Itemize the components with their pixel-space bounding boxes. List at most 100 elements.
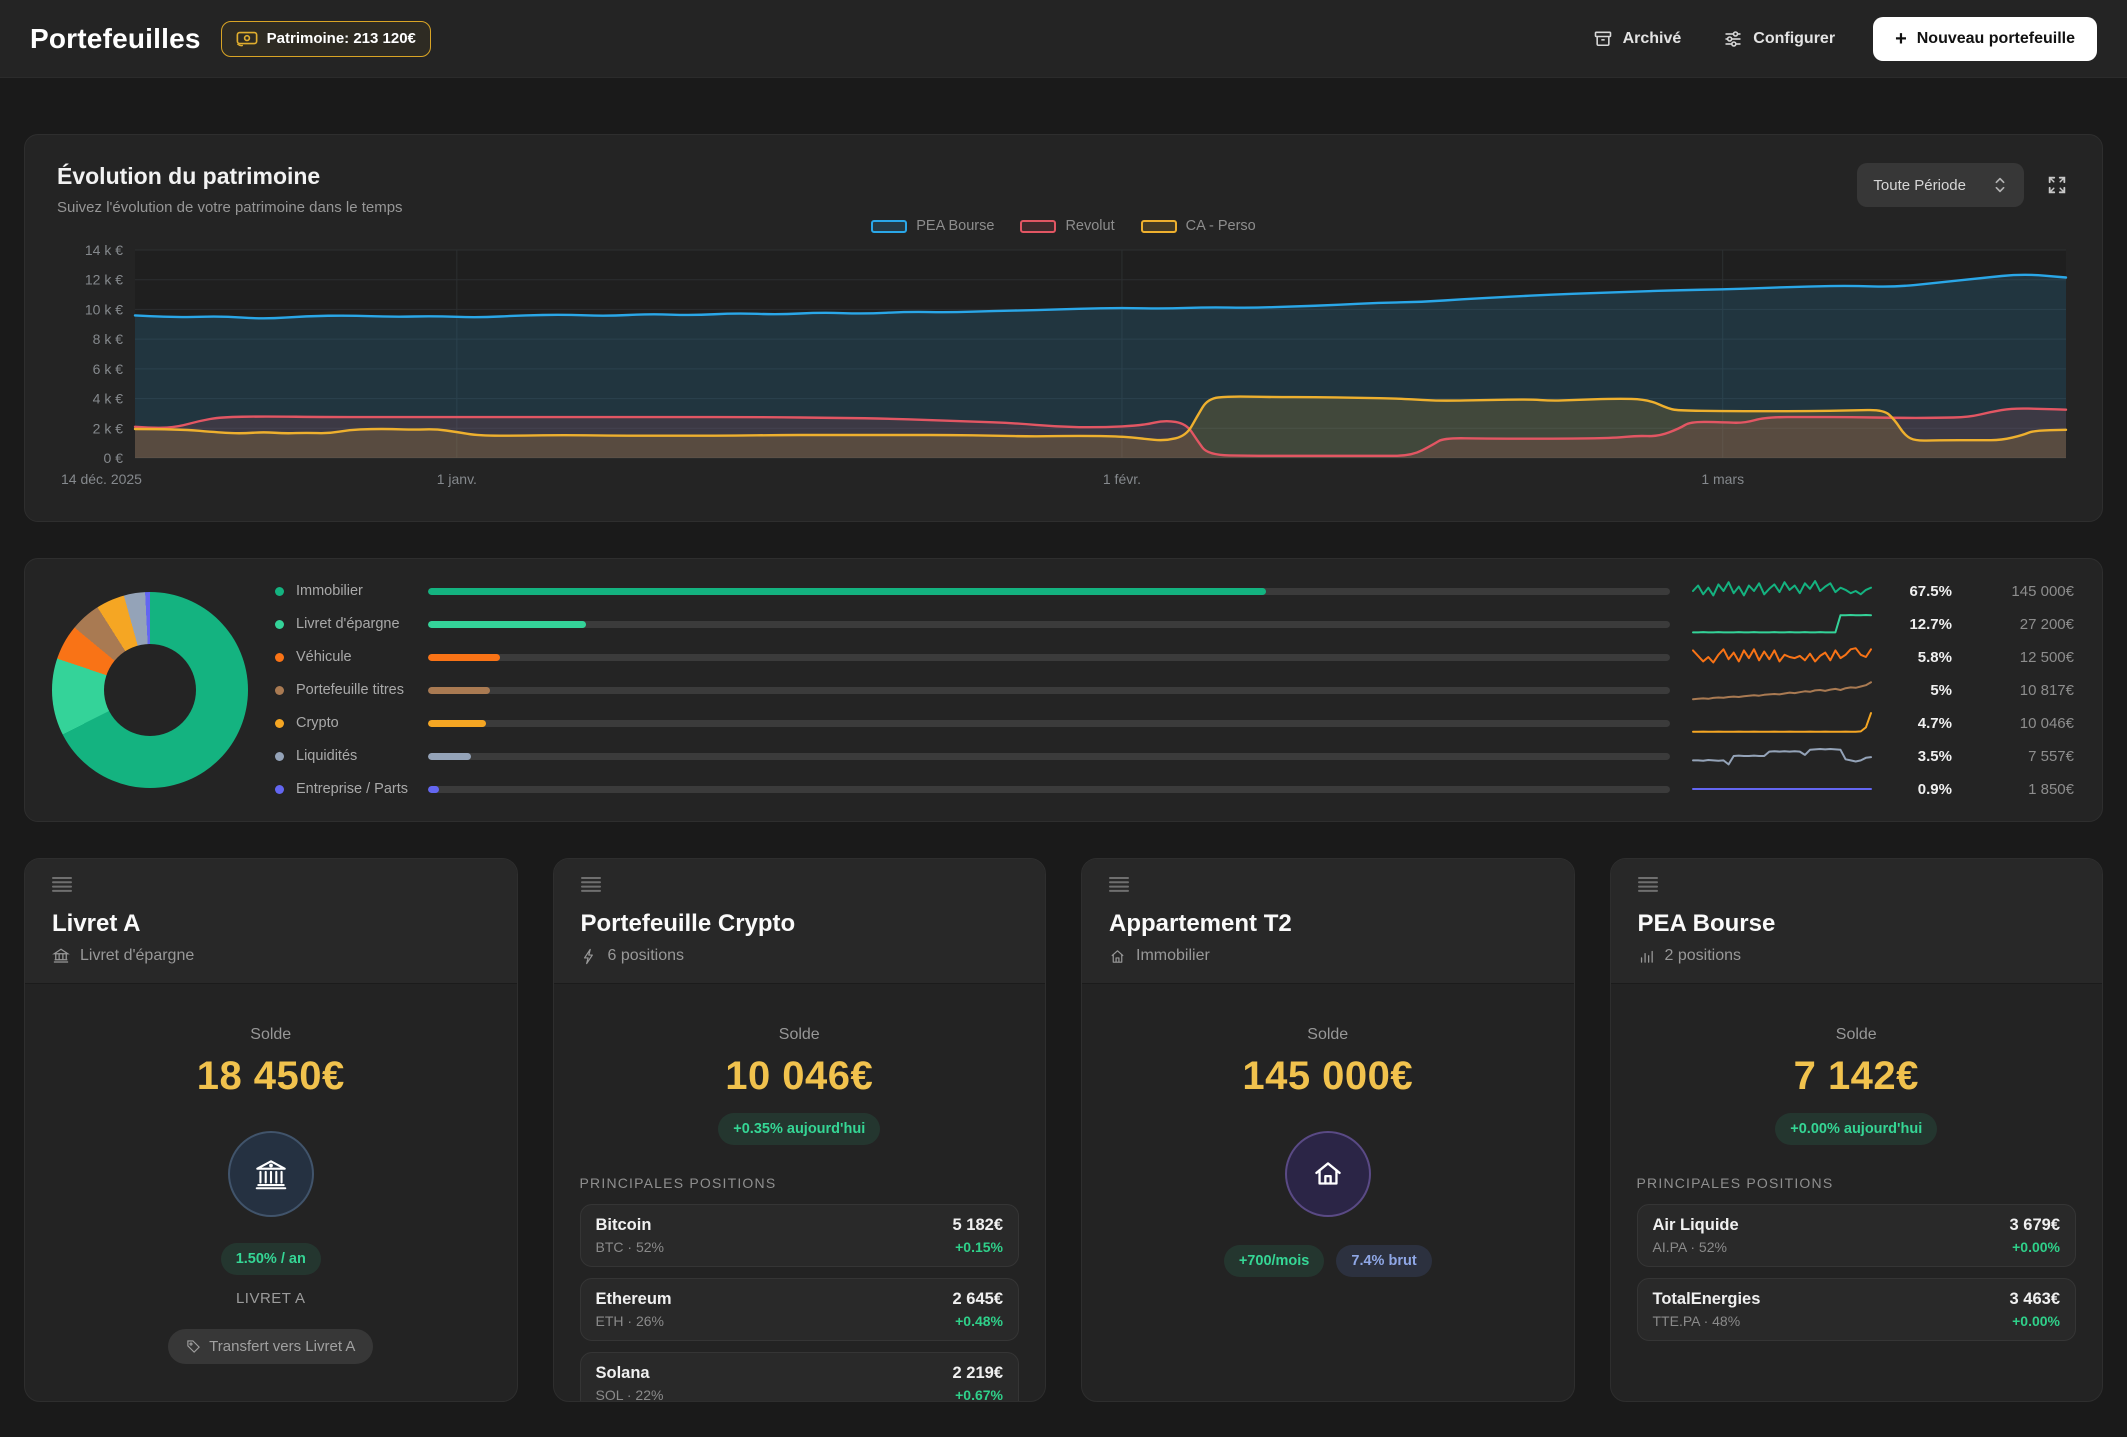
allocation-row-vehicule[interactable]: Véhicule 5.8% 12 500€ [275, 645, 2074, 669]
bar-chart-icon [1638, 948, 1655, 965]
chart-legend: PEA Bourse Revolut CA - Perso [57, 218, 2070, 234]
expand-chart-button[interactable] [2044, 172, 2070, 198]
allocation-row-liquidites[interactable]: Liquidités 3.5% 7 557€ [275, 744, 2074, 768]
category-percent: 0.9% [1880, 781, 1952, 798]
category-bar-track [428, 687, 1670, 694]
svg-text:8 k €: 8 k € [93, 331, 124, 347]
category-percent: 4.7% [1880, 715, 1952, 732]
category-value: 1 850€ [1962, 781, 2074, 798]
position-value: 3 463€ [2010, 1290, 2060, 1309]
position-meta: AI.PA · 52% [1653, 1239, 1739, 1255]
legend-swatch [1020, 220, 1056, 233]
card-title: PEA Bourse [1638, 910, 2076, 938]
category-bar-fill [428, 621, 586, 628]
position-name: Bitcoin [596, 1216, 664, 1235]
category-dot [275, 686, 284, 695]
sliders-icon [1723, 29, 1743, 49]
chevron-up-down-icon [1992, 175, 2008, 195]
drag-handle-icon[interactable] [1109, 877, 1129, 892]
drag-handle-icon[interactable] [52, 877, 72, 892]
legend-label: Revolut [1065, 218, 1114, 234]
legend-item-revolut[interactable]: Revolut [1020, 218, 1114, 234]
category-label: Portefeuille titres [296, 682, 428, 698]
evolution-chart-canvas[interactable]: 0 €2 k €4 k €6 k €8 k €10 k €12 k €14 k … [57, 238, 2072, 496]
allocation-row-entreprise-parts[interactable]: Entreprise / Parts 0.9% 1 850€ [275, 777, 2074, 801]
drag-handle-icon[interactable] [1638, 877, 1658, 892]
allocation-rows: Immobilier 67.5% 145 000€ Livret d'éparg… [275, 579, 2074, 801]
category-label: Crypto [296, 715, 428, 731]
daily-change-badge: +0.35% aujourd'hui [718, 1113, 880, 1145]
evolution-title: Évolution du patrimoine [57, 163, 403, 190]
transfer-button[interactable]: Transfert vers Livret A [168, 1329, 373, 1364]
legend-item-pea-bourse[interactable]: PEA Bourse [871, 218, 994, 234]
card-title: Appartement T2 [1109, 910, 1547, 938]
top-bar-actions: Archivé Configurer + Nouveau portefeuill… [1579, 17, 2097, 61]
category-bar-fill [428, 687, 490, 694]
svg-text:2 k €: 2 k € [93, 420, 124, 436]
position-row-ethereum[interactable]: EthereumETH · 26% 2 645€+0.48% [580, 1278, 1020, 1341]
category-value: 145 000€ [1962, 583, 2074, 600]
category-dot [275, 719, 284, 728]
category-dot [275, 752, 284, 761]
category-dot [275, 653, 284, 662]
category-dot [275, 620, 284, 629]
position-row-solana[interactable]: SolanaSOL · 22% 2 219€+0.67% [580, 1352, 1020, 1402]
position-name: Air Liquide [1653, 1216, 1739, 1235]
card-subtitle: 6 positions [608, 947, 685, 965]
portfolio-card-livret-a[interactable]: Livret A Livret d'épargne Solde 18 450€ … [24, 858, 518, 1402]
portfolio-card-appartement[interactable]: Appartement T2 Immobilier Solde 145 000€… [1081, 858, 1575, 1402]
portfolio-card-pea-bourse[interactable]: PEA Bourse 2 positions Solde 7 142€ +0.0… [1610, 858, 2104, 1402]
configure-button-label: Configurer [1753, 30, 1835, 48]
main-content: Évolution du patrimoine Suivez l'évoluti… [0, 78, 2127, 1402]
archive-icon [1593, 29, 1613, 49]
portfolio-card-crypto[interactable]: Portefeuille Crypto 6 positions Solde 10… [553, 858, 1047, 1402]
home-icon [1109, 948, 1126, 965]
drag-handle-icon[interactable] [581, 877, 601, 892]
allocation-row-crypto[interactable]: Crypto 4.7% 10 046€ [275, 711, 2074, 735]
configure-button[interactable]: Configurer [1709, 19, 1849, 59]
solde-value: 145 000€ [1108, 1054, 1548, 1099]
solde-label: Solde [580, 1026, 1020, 1044]
position-meta: TTE.PA · 48% [1653, 1313, 1761, 1329]
category-percent: 5% [1880, 682, 1952, 699]
positions-title: PRINCIPALES POSITIONS [580, 1175, 1020, 1191]
evolution-card: Évolution du patrimoine Suivez l'évoluti… [24, 134, 2103, 522]
legend-label: CA - Perso [1186, 218, 1256, 234]
allocation-row-portefeuille-titres[interactable]: Portefeuille titres 5% 10 817€ [275, 678, 2074, 702]
category-sparkline [1692, 578, 1872, 604]
evolution-header: Évolution du patrimoine Suivez l'évoluti… [57, 163, 2070, 216]
svg-text:1 févr.: 1 févr. [1103, 471, 1141, 487]
category-bar-fill [428, 753, 471, 760]
category-sparkline [1692, 776, 1872, 802]
position-value: 2 645€ [953, 1290, 1003, 1309]
card-title: Livret A [52, 910, 490, 938]
position-row-totalenergies[interactable]: TotalEnergiesTTE.PA · 48% 3 463€+0.00% [1637, 1278, 2077, 1341]
allocation-donut-chart[interactable] [52, 592, 248, 788]
position-row-bitcoin[interactable]: BitcoinBTC · 52% 5 182€+0.15% [580, 1204, 1020, 1267]
position-name: Ethereum [596, 1290, 672, 1309]
fullscreen-icon [2046, 174, 2068, 196]
portfolio-cards: Livret A Livret d'épargne Solde 18 450€ … [24, 858, 2103, 1402]
legend-swatch [1141, 220, 1177, 233]
bank-circle-icon [228, 1131, 314, 1217]
position-name: Solana [596, 1364, 664, 1383]
category-label: Livret d'épargne [296, 616, 428, 632]
category-label: Liquidités [296, 748, 428, 764]
tag-icon [186, 1339, 201, 1354]
solde-value: 18 450€ [51, 1054, 491, 1099]
new-portfolio-button[interactable]: + Nouveau portefeuille [1873, 17, 2097, 61]
archived-button[interactable]: Archivé [1579, 19, 1696, 59]
position-change: +0.48% [953, 1313, 1003, 1329]
allocation-row-immobilier[interactable]: Immobilier 67.5% 145 000€ [275, 579, 2074, 603]
position-name: TotalEnergies [1653, 1290, 1761, 1309]
legend-item-ca-perso[interactable]: CA - Perso [1141, 218, 1256, 234]
position-row-air-liquide[interactable]: Air LiquideAI.PA · 52% 3 679€+0.00% [1637, 1204, 2077, 1267]
position-meta: BTC · 52% [596, 1239, 664, 1255]
new-portfolio-button-label: Nouveau portefeuille [1917, 30, 2075, 48]
patrimoine-badge-label: Patrimoine: 213 120€ [267, 30, 416, 47]
svg-text:6 k €: 6 k € [93, 361, 124, 377]
category-bar-fill [428, 786, 439, 793]
card-subtitle: 2 positions [1665, 947, 1742, 965]
allocation-row-livret-epargne[interactable]: Livret d'épargne 12.7% 27 200€ [275, 612, 2074, 636]
period-selector[interactable]: Toute Période [1857, 163, 2024, 207]
